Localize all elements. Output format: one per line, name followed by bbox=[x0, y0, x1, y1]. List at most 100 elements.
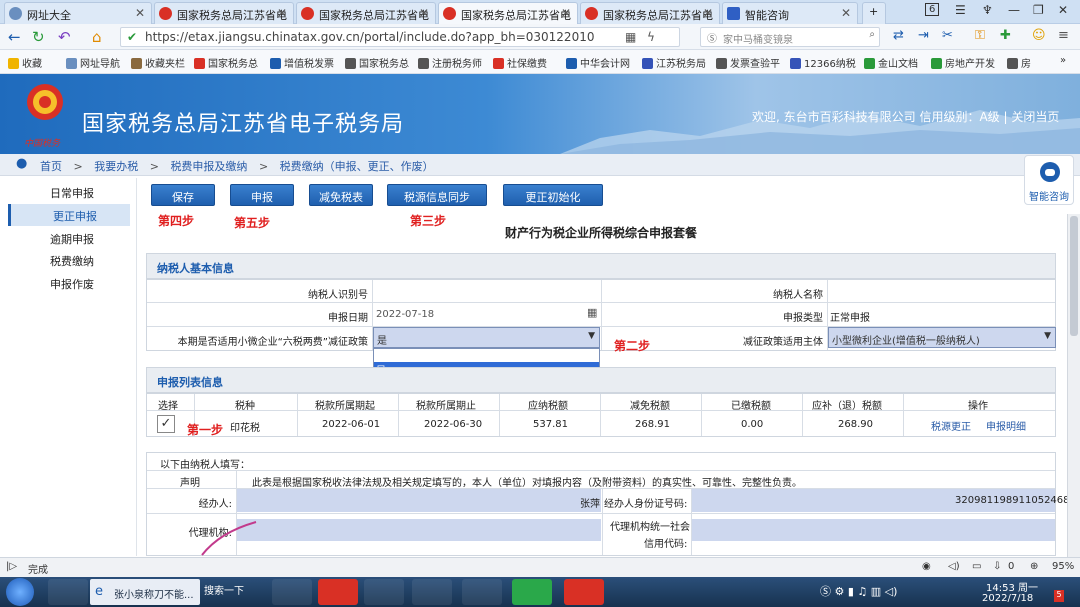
save-button[interactable]: 保存 bbox=[151, 184, 215, 206]
search-input[interactable]: Ⓢ 家中马桶变镜泉 ⌕ bbox=[700, 27, 880, 47]
bookmark-item[interactable]: 社保缴费 bbox=[493, 55, 547, 70]
menu-icon[interactable]: ☰ bbox=[955, 3, 966, 17]
close-icon[interactable]: ✕ bbox=[703, 6, 713, 20]
bookmark-item[interactable]: 江苏税务局 bbox=[642, 55, 706, 70]
taxpayer-id-field[interactable] bbox=[373, 281, 600, 301]
tab-etax-3[interactable]: 国家税务总局江苏省电 ✕ bbox=[438, 2, 578, 24]
more-bookmarks-icon[interactable]: » bbox=[1060, 55, 1066, 66]
tab-nav[interactable]: 网址大全 ✕ bbox=[4, 2, 152, 24]
sogou-taskbar-icon[interactable] bbox=[272, 579, 312, 605]
folder-taskbar-icon[interactable] bbox=[364, 579, 404, 605]
tab-count-badge[interactable]: 6 bbox=[925, 3, 940, 16]
taskbar-window-item[interactable]: e 张小泉称刀不能... bbox=[90, 579, 200, 605]
clock-time[interactable]: 14:53 周一 bbox=[986, 579, 1038, 594]
translate-icon[interactable]: ⇄ bbox=[893, 28, 904, 43]
sidebar-item-daily[interactable]: 日常申报 bbox=[8, 181, 130, 203]
agency-code-field[interactable] bbox=[692, 519, 1055, 541]
declare-button[interactable]: 申报 bbox=[230, 184, 294, 206]
row-checkbox[interactable]: ✓ bbox=[157, 415, 175, 433]
puzzle-icon[interactable]: ✚ bbox=[1000, 28, 1011, 43]
shirt-icon[interactable]: ♆ bbox=[982, 3, 993, 17]
sidebar-item-correction[interactable]: 更正申报 bbox=[8, 204, 130, 226]
reinit-correction-button[interactable]: 更正初始化 bbox=[503, 184, 603, 206]
lightning-icon[interactable]: ϟ bbox=[647, 30, 655, 44]
cut-icon[interactable]: ✂ bbox=[942, 28, 953, 43]
bookmark-item[interactable]: 房 bbox=[1007, 55, 1031, 70]
menu-icon[interactable]: ≡ bbox=[1058, 28, 1069, 43]
close-icon[interactable]: ✕ bbox=[277, 6, 287, 20]
sidebar-item-void[interactable]: 申报作废 bbox=[8, 272, 130, 294]
zoom-icon[interactable]: ⊕ bbox=[1030, 561, 1038, 572]
welcome-text[interactable]: 欢迎, 东台市百彩科技有限公司 信用级别：A级 | 关闭当页 bbox=[752, 108, 1059, 125]
zoom-level[interactable]: 95% bbox=[1052, 561, 1074, 572]
bookmark-item[interactable]: 网址导航 bbox=[66, 55, 120, 70]
bookmark-item[interactable]: 收藏夹栏 bbox=[131, 55, 185, 70]
tab-etax-4[interactable]: 国家税务总局江苏省电 ✕ bbox=[580, 2, 720, 24]
bookmark-item[interactable]: 国家税务总 bbox=[345, 55, 409, 70]
home-icon[interactable]: ⌂ bbox=[92, 28, 102, 46]
bookmark-item[interactable]: 12366纳税 bbox=[790, 55, 856, 70]
speaker-icon[interactable]: ◁) bbox=[948, 561, 960, 572]
taskbar-search-button[interactable]: 搜索一下 bbox=[204, 582, 244, 597]
restore-icon[interactable]: ❐ bbox=[1033, 3, 1044, 17]
notification-badge[interactable]: 5 bbox=[1054, 590, 1064, 602]
close-icon[interactable]: ✕ bbox=[561, 6, 571, 20]
paint-taskbar-icon[interactable] bbox=[412, 579, 452, 605]
smile-icon[interactable]: ☺ bbox=[1032, 28, 1046, 43]
bookmark-item[interactable]: 收藏 bbox=[8, 55, 42, 70]
clock-date[interactable]: 2022/7/18 bbox=[982, 593, 1033, 604]
calendar-icon[interactable]: ▦ bbox=[587, 306, 597, 319]
bookmark-item[interactable]: 中华会计网 bbox=[566, 55, 630, 70]
panel-toggle-icon[interactable]: |▷ bbox=[6, 561, 17, 572]
wechat-taskbar-icon[interactable] bbox=[512, 579, 552, 605]
subject-select[interactable]: 小型微利企业(增值税一般纳税人) ▼ bbox=[828, 327, 1056, 348]
search-icon[interactable]: ⌕ bbox=[869, 29, 875, 40]
back-icon[interactable]: ← bbox=[8, 28, 21, 46]
new-tab-button[interactable]: + bbox=[862, 2, 886, 24]
taxpayer-name-field[interactable] bbox=[828, 281, 1055, 301]
vertical-scrollbar[interactable] bbox=[1067, 214, 1080, 557]
n-app-taskbar-icon[interactable] bbox=[564, 579, 604, 605]
smart-consult-widget[interactable]: 智能咨询 bbox=[1024, 155, 1074, 205]
agency-field[interactable] bbox=[237, 519, 601, 541]
photo-taskbar-icon[interactable] bbox=[462, 579, 502, 605]
breadcrumb-tax[interactable]: 我要办税 bbox=[94, 160, 138, 173]
tab-etax-2[interactable]: 国家税务总局江苏省电 ✕ bbox=[296, 2, 436, 24]
url-input[interactable]: ✔ https://etax.jiangsu.chinatax.gov.cn/p… bbox=[120, 27, 680, 47]
windows-start-icon[interactable] bbox=[6, 578, 34, 606]
key-icon[interactable]: ⚿ bbox=[975, 28, 985, 43]
declare-detail-link[interactable]: 申报明细 bbox=[986, 418, 1026, 433]
bookmark-item[interactable]: 国家税务总 bbox=[194, 55, 258, 70]
screen-icon[interactable]: ▭ bbox=[972, 561, 981, 572]
date-field[interactable]: 2022-07-18 bbox=[376, 309, 434, 320]
bookmark-item[interactable]: 增值税发票 bbox=[270, 55, 334, 70]
exempt-table-button[interactable]: 减免税表 bbox=[309, 184, 373, 206]
login-icon[interactable]: ⇥ bbox=[918, 28, 929, 43]
bookmark-item[interactable]: 金山文档 bbox=[864, 55, 918, 70]
breadcrumb-declare[interactable]: 税费申报及缴纳 bbox=[170, 160, 247, 173]
sidebar-item-overdue[interactable]: 逾期申报 bbox=[8, 227, 130, 249]
minimize-icon[interactable]: — bbox=[1008, 3, 1020, 17]
wps-taskbar-icon[interactable] bbox=[318, 579, 358, 605]
close-icon[interactable]: ✕ bbox=[419, 6, 429, 20]
refresh-icon[interactable]: ↻ bbox=[32, 28, 45, 46]
bookmark-item[interactable]: 注册税务师 bbox=[418, 55, 482, 70]
browser-taskbar-icon[interactable] bbox=[48, 579, 88, 605]
policy-select[interactable]: 是 ▼ bbox=[373, 327, 600, 348]
sync-source-button[interactable]: 税源信息同步 bbox=[387, 184, 487, 206]
window-close-icon[interactable]: ✕ bbox=[1058, 3, 1068, 17]
source-correct-link[interactable]: 税源更正 bbox=[931, 418, 971, 433]
bookmark-item[interactable]: 房地产开发 bbox=[931, 55, 995, 70]
sidebar-item-payment[interactable]: 税费缴纳 bbox=[8, 249, 130, 271]
undo-icon[interactable]: ↶ bbox=[58, 28, 71, 46]
close-icon[interactable]: ✕ bbox=[135, 6, 145, 20]
breadcrumb-home[interactable]: 首页 bbox=[40, 160, 62, 173]
close-icon[interactable]: ✕ bbox=[841, 6, 851, 20]
tab-etax-1[interactable]: 国家税务总局江苏省电 ✕ bbox=[154, 2, 294, 24]
scrollbar-thumb[interactable] bbox=[1070, 216, 1078, 336]
shield-icon[interactable]: ◉ bbox=[922, 561, 931, 572]
notification-count[interactable]: 0 bbox=[1008, 561, 1014, 572]
tab-ai[interactable]: 智能咨询 ✕ bbox=[722, 2, 858, 24]
grid-icon[interactable]: ▦ bbox=[625, 30, 636, 44]
tray-icons[interactable]: Ⓢ ⚙ ▮ ♫ ▥ ◁) bbox=[820, 583, 897, 599]
